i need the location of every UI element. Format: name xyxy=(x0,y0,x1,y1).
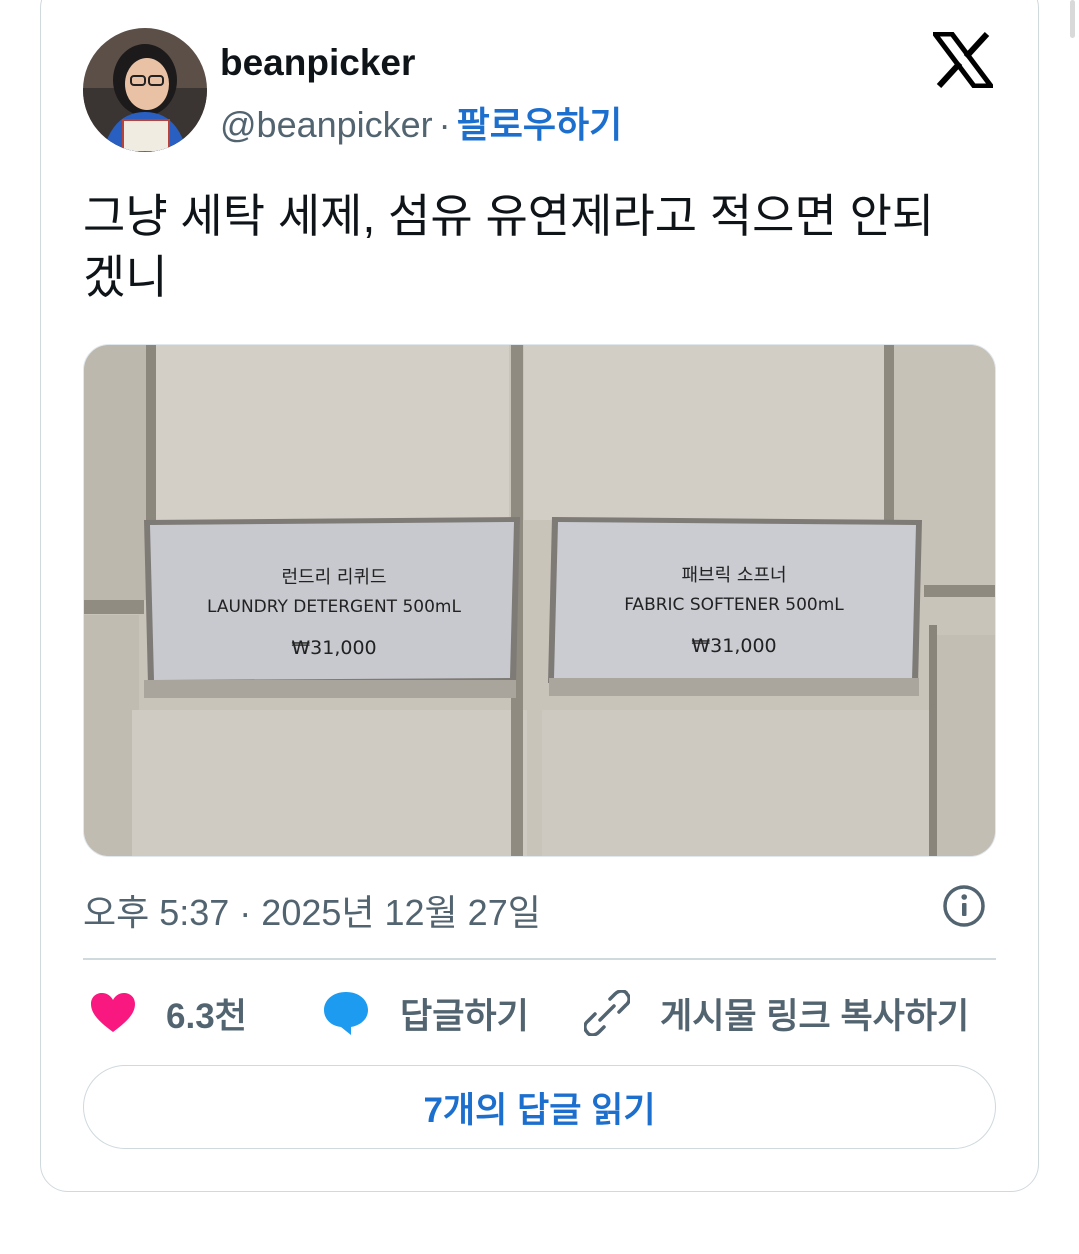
avatar[interactable] xyxy=(83,28,207,152)
tweet-text-line: 그냥 세탁 세제, 섬유 유연제라고 적으면 안되 xyxy=(83,190,935,242)
tweet-text-line: 겠니 xyxy=(83,251,168,303)
divider xyxy=(83,958,996,960)
follow-button[interactable]: 팔로우하기 xyxy=(457,104,623,145)
handle-row: @beanpicker · 팔로우하기 xyxy=(220,96,622,148)
like-button[interactable]: 6.3천 xyxy=(90,988,247,1038)
separator: · xyxy=(438,104,451,145)
heart-icon xyxy=(91,993,135,1032)
sign-right-korean: 패브릭 소프너 xyxy=(681,565,786,586)
reply-bubble-icon xyxy=(324,992,368,1035)
sign-right-price: ₩31,000 xyxy=(691,635,776,657)
read-replies-button[interactable]: 7개의 답글 읽기 xyxy=(83,1065,996,1149)
copy-link-label: 게시물 링크 복사하기 xyxy=(660,996,970,1036)
sign-left-english: LAUNDRY DETERGENT 500mL xyxy=(207,597,461,617)
tweet-timestamp[interactable]: 오후 5:37 · 2025년 12월 27일 xyxy=(83,884,541,936)
sign-right-english: FABRIC SOFTENER 500mL xyxy=(624,595,844,615)
display-name[interactable]: beanpicker xyxy=(220,42,415,84)
copy-link-button[interactable]: 게시물 링크 복사하기 xyxy=(584,988,969,1038)
handle[interactable]: @beanpicker xyxy=(220,104,433,145)
page-scrollbar[interactable] xyxy=(1065,0,1079,70)
reply-label: 답글하기 xyxy=(400,996,529,1036)
tweet-text: 그냥 세탁 세제, 섬유 유연제라고 적으면 안되 겠니 xyxy=(83,186,1003,308)
sign-left-korean: 런드리 리퀴드 xyxy=(281,567,386,588)
tweet-photo[interactable]: 런드리 리퀴드 LAUNDRY DETERGENT 500mL ₩31,000 … xyxy=(83,344,996,857)
sign-left-price: ₩31,000 xyxy=(291,637,376,659)
info-icon[interactable] xyxy=(942,884,986,928)
scrollbar-thumb[interactable] xyxy=(1070,0,1075,38)
reply-button[interactable]: 답글하기 xyxy=(322,988,529,1038)
like-count: 6.3천 xyxy=(166,996,247,1036)
x-logo-icon[interactable] xyxy=(930,31,996,89)
link-icon xyxy=(584,990,630,1036)
